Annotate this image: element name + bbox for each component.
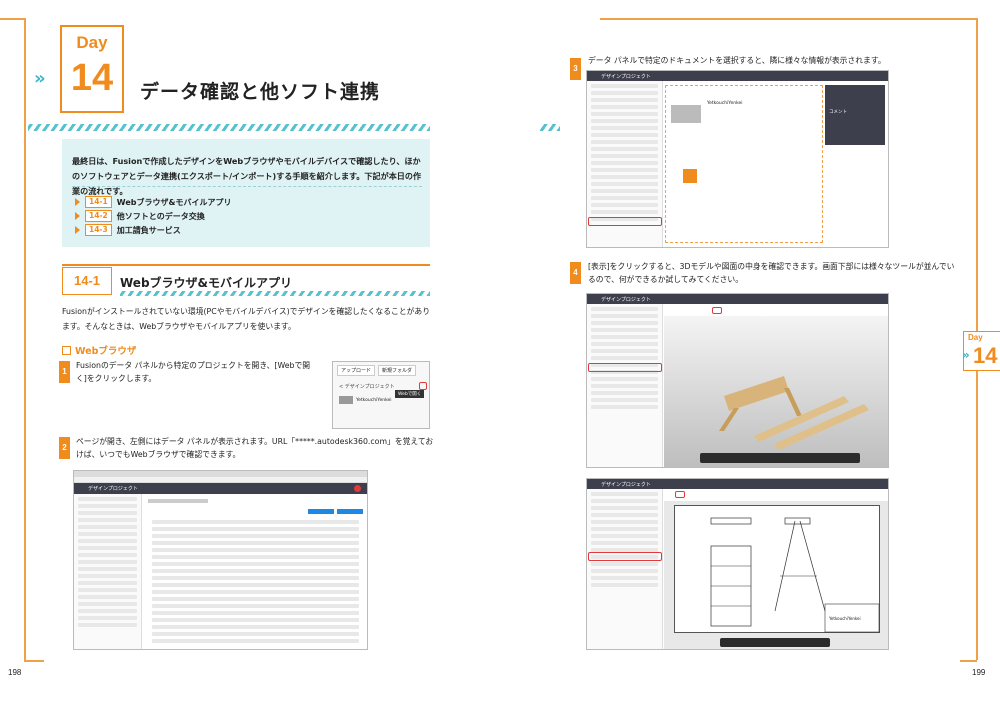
page-title: データ確認と他ソフト連携 — [140, 81, 381, 103]
side-day-label: Day — [968, 333, 983, 342]
step-text: データ パネルで特定のドキュメントを選択すると、隣に様々な情報が表示されます。 — [588, 56, 886, 65]
app-title: デザインプロジェクト — [88, 486, 138, 492]
screenshot-browser-list: デザインプロジェクト — [73, 470, 368, 650]
triangle-icon — [75, 212, 80, 220]
comment-panel: コメント — [825, 85, 885, 145]
subheading: Webブラウザ — [62, 343, 136, 357]
step-text: [表示]をクリックすると、3Dモデルや図面の中身を確認できます。画面下部には様々… — [588, 262, 955, 284]
comment-header: コメント — [829, 110, 847, 115]
screenshot-3d-view: デザインプロジェクト — [586, 293, 889, 468]
toc-item: 14-3 加工請負サービス — [75, 224, 181, 236]
upload-button[interactable]: アップロード — [337, 365, 376, 376]
toc-number: 14-3 — [85, 224, 112, 236]
file-list — [148, 499, 363, 646]
page-number-right: 199 — [972, 668, 986, 677]
drawing-lines — [710, 517, 880, 633]
app-titlebar: デザインプロジェクト — [587, 71, 888, 81]
triangle-icon — [75, 198, 80, 206]
detail-name: YetkouchiYenkei — [707, 101, 743, 106]
side-panel — [587, 489, 663, 649]
header-chevron: » — [34, 68, 46, 89]
popup-tooltip: Webで開く — [395, 390, 425, 398]
selected-document-highlight[interactable] — [588, 363, 662, 372]
page-number-left: 198 — [8, 668, 22, 677]
component-thumbnail — [683, 169, 697, 183]
drawing-title: YetkouchiYenkei — [829, 616, 861, 621]
screenshot-document-detail: デザインプロジェクト YetkouchiYenkei コメント — [586, 70, 889, 248]
viewer-toolbar[interactable] — [700, 453, 860, 463]
selected-document-highlight[interactable] — [588, 217, 662, 226]
toc-number: 14-2 — [85, 210, 112, 222]
side-day-number: 14 — [973, 343, 998, 368]
popup-toolbar: アップロード 新規フォルダ — [333, 362, 429, 379]
step-number: 1 — [59, 361, 70, 383]
toc-item: 14-1 Webブラウザ&モバイルアプリ — [75, 196, 231, 208]
header-stripe — [28, 124, 430, 131]
section-title: Webブラウザ&モバイルアプリ — [120, 276, 293, 290]
popup-item-name: YetkouchiYenkei — [356, 397, 392, 403]
new-folder-button[interactable]: 新規フォルダ — [378, 365, 417, 376]
user-avatar[interactable] — [354, 485, 361, 492]
day-number: 14 — [70, 57, 114, 99]
web-open-highlight[interactable] — [419, 382, 427, 390]
side-day-chevron: » — [962, 348, 970, 362]
checkbox-icon — [62, 345, 71, 355]
model-thumbnail — [671, 105, 701, 123]
section-number: 14-1 — [62, 267, 112, 295]
toc-label: Webブラウザ&モバイルアプリ — [116, 197, 232, 207]
toc-item: 14-2 他ソフトとのデータ交換 — [75, 210, 205, 222]
day-label: Day — [76, 33, 108, 52]
app-titlebar: デザインプロジェクト — [74, 483, 367, 494]
side-panel — [587, 304, 663, 467]
app-title: デザインプロジェクト — [601, 74, 651, 80]
step-text: Fusionのデータ パネルから特定のプロジェクトを開き、[Webで開く]をクリ… — [76, 361, 311, 383]
3d-viewport[interactable] — [664, 316, 888, 467]
viewer-toolbar[interactable] — [720, 638, 830, 647]
app-title: デザインプロジェクト — [601, 482, 651, 488]
toc-label: 加工請負サービス — [116, 225, 181, 235]
screenshot-drawing-view: デザインプロジェクト YetkouchiYenkei — [586, 478, 889, 650]
view-tab-highlight[interactable] — [712, 307, 722, 314]
triangle-icon — [75, 226, 80, 234]
section-body: Fusionがインストールされていない環境(PCやモバイルデバイス)でデザインを… — [62, 307, 431, 331]
drawing-viewport[interactable]: YetkouchiYenkei — [664, 501, 888, 649]
app-title: デザインプロジェクト — [601, 297, 651, 303]
intro-divider — [72, 186, 422, 187]
subheading-text: Webブラウザ — [75, 346, 137, 357]
toc-label: 他ソフトとのデータ交換 — [116, 211, 205, 221]
toc-number: 14-1 — [85, 196, 112, 208]
step-number: 2 — [59, 437, 70, 459]
sawhorse-model — [719, 376, 869, 450]
step-text: ページが開き、左側にはデータ パネルが表示されます。URL「*****.auto… — [76, 437, 434, 459]
model-thumb-icon — [339, 396, 353, 404]
side-panel — [74, 494, 142, 649]
header-stripe-right — [540, 124, 560, 131]
app-titlebar: デザインプロジェクト — [587, 479, 888, 489]
section-rule — [62, 264, 430, 266]
app-titlebar: デザインプロジェクト — [587, 294, 888, 304]
drawing-sheet: YetkouchiYenkei — [674, 505, 880, 633]
selected-document-highlight[interactable] — [588, 552, 662, 561]
step-number: 3 — [570, 58, 581, 80]
intro-text: 最終日は、Fusionで作成したデザインをWebブラウザやモバイルデバイスで確認… — [72, 156, 422, 196]
step-number: 4 — [570, 262, 581, 284]
section-stripe — [120, 291, 430, 296]
view-tab-highlight[interactable] — [675, 491, 685, 498]
screenshot-web-open: アップロード 新規フォルダ < デザインプロジェクト YetkouchiYenk… — [332, 361, 430, 429]
